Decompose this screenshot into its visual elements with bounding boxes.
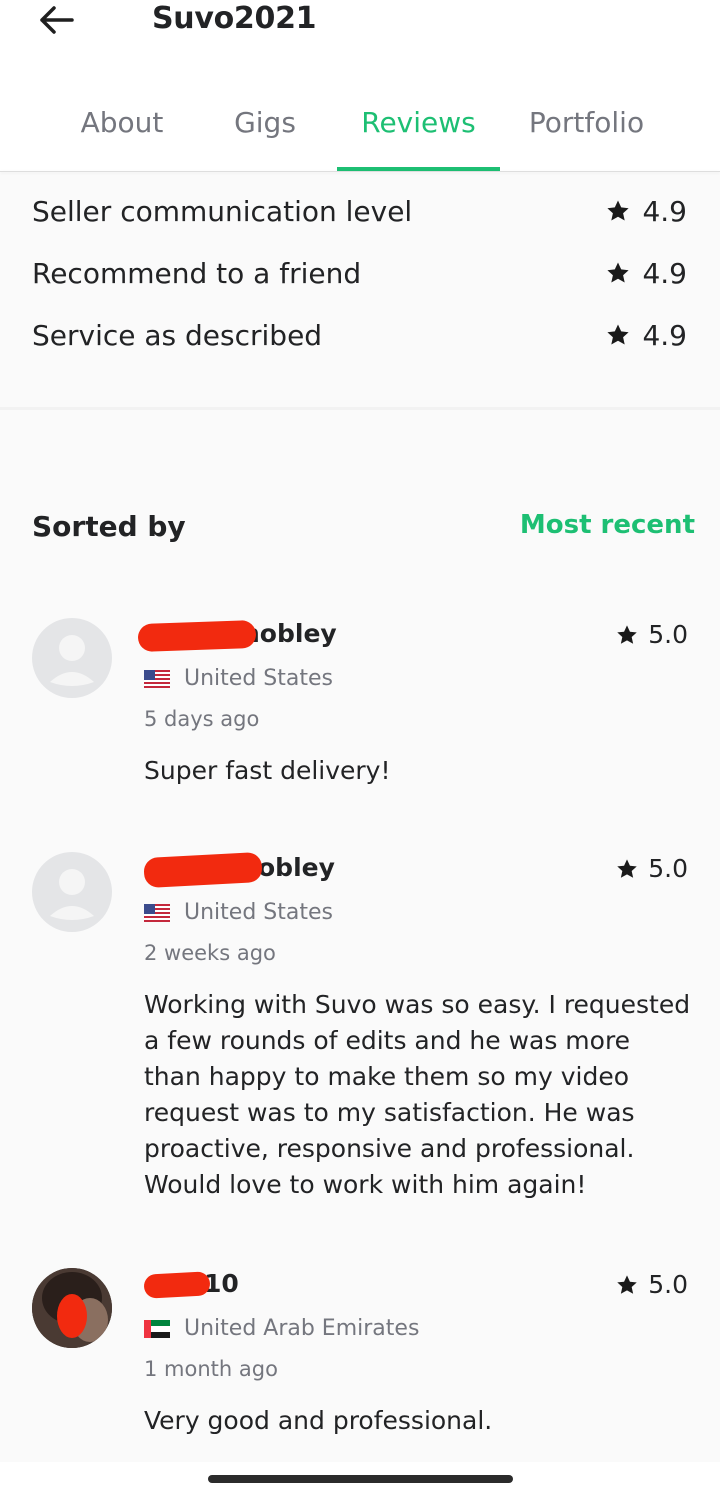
rating-value: 4.9	[606, 195, 687, 228]
user-photo-icon	[32, 1268, 112, 1348]
reviewer-country: United States	[144, 900, 333, 925]
redaction-mark	[143, 851, 263, 889]
country-name: United States	[184, 666, 333, 691]
review-rating: 5.0	[616, 620, 688, 649]
star-icon	[617, 1274, 637, 1294]
redaction-mark	[137, 619, 257, 653]
page-title: Suvo2021	[152, 1, 317, 36]
rating-label: Seller communication level	[32, 194, 413, 228]
reviewer-name-text: obley	[258, 853, 335, 882]
avatar[interactable]	[32, 852, 112, 932]
review-text: Working with Suvo was so easy. I request…	[144, 990, 691, 1199]
redaction-mark	[143, 1271, 211, 1299]
tab-reviews[interactable]: Reviews	[337, 95, 500, 172]
avatar[interactable]	[32, 618, 112, 698]
arrow-left-icon	[40, 6, 74, 34]
user-placeholder-icon	[50, 869, 94, 920]
reviewer-name-text: nobley	[242, 619, 337, 648]
reviewer-country: United States	[144, 666, 333, 691]
star-icon	[607, 324, 630, 345]
rating-number: 4.9	[642, 318, 687, 352]
sort-label: Sorted by	[32, 510, 186, 543]
rating-number: 5.0	[648, 1270, 688, 1299]
rating-row: Seller communication level 4.9	[32, 191, 687, 231]
rating-label: Recommend to a friend	[32, 256, 362, 290]
review-time: 2 weeks ago	[144, 941, 276, 965]
rating-row: Service as described 4.9	[32, 315, 687, 355]
star-icon	[607, 200, 630, 221]
review-text: Super fast delivery!	[144, 756, 391, 785]
rating-number: 4.9	[642, 194, 687, 228]
rating-number: 5.0	[648, 620, 688, 649]
rating-number: 5.0	[648, 854, 688, 883]
uae-flag-icon	[144, 1319, 170, 1338]
rating-value: 4.9	[606, 257, 687, 290]
sort-dropdown[interactable]: Most recent	[520, 510, 695, 540]
rating-row: Recommend to a friend 4.9	[32, 253, 687, 293]
reviewer-country: United Arab Emirates	[144, 1316, 419, 1341]
rating-value: 4.9	[606, 319, 687, 352]
user-placeholder-icon	[50, 635, 94, 686]
review-rating: 5.0	[616, 854, 688, 883]
star-icon	[607, 262, 630, 283]
home-indicator[interactable]	[208, 1475, 513, 1483]
back-button[interactable]	[34, 0, 78, 40]
tab-bar: About Gigs Reviews Portfolio	[0, 95, 720, 172]
avatar[interactable]	[32, 1268, 112, 1348]
review-rating: 5.0	[616, 1270, 688, 1299]
review-text: Very good and professional.	[144, 1406, 493, 1435]
review-time: 1 month ago	[144, 1357, 278, 1381]
country-name: United States	[184, 900, 333, 925]
divider	[0, 171, 720, 172]
star-icon	[617, 624, 637, 644]
rating-number: 4.9	[642, 256, 687, 290]
section-divider	[0, 407, 720, 410]
tab-portfolio[interactable]: Portfolio	[514, 95, 659, 172]
top-bar: Suvo2021 About Gigs Reviews Portfolio	[0, 0, 720, 172]
country-name: United Arab Emirates	[184, 1316, 420, 1341]
review-time: 5 days ago	[144, 707, 260, 731]
us-flag-icon	[144, 903, 170, 922]
star-icon	[617, 858, 637, 878]
tab-about[interactable]: About	[62, 95, 182, 172]
us-flag-icon	[144, 669, 170, 688]
tab-gigs[interactable]: Gigs	[215, 95, 315, 172]
rating-label: Service as described	[32, 318, 323, 352]
